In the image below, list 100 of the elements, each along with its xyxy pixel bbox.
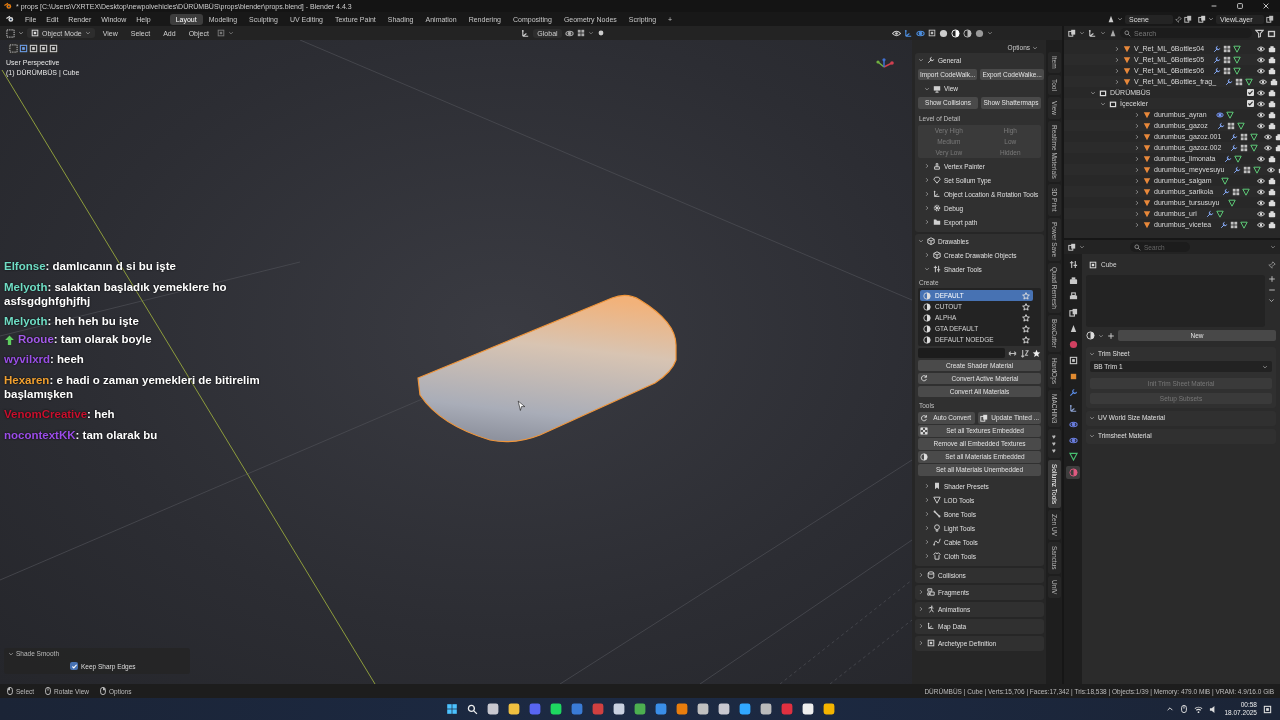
grid-icon[interactable] bbox=[1226, 121, 1235, 130]
eye-icon[interactable] bbox=[1257, 66, 1265, 75]
tools-icon[interactable] bbox=[1068, 260, 1078, 269]
triangle-icon[interactable] bbox=[1068, 452, 1078, 461]
funnel-icon[interactable] bbox=[1255, 28, 1264, 38]
camera-icon[interactable] bbox=[1268, 209, 1276, 218]
app-icon[interactable] bbox=[507, 703, 520, 715]
camera-icon[interactable] bbox=[1268, 66, 1276, 75]
camera-icon[interactable] bbox=[1268, 187, 1276, 196]
eye-icon[interactable] bbox=[1257, 154, 1265, 163]
axes-icon[interactable] bbox=[521, 28, 531, 38]
app-icon[interactable] bbox=[759, 703, 772, 715]
app-icon[interactable] bbox=[633, 703, 646, 715]
eye-icon[interactable] bbox=[1257, 187, 1265, 196]
eye-icon[interactable] bbox=[1264, 143, 1273, 152]
eye-icon[interactable] bbox=[1257, 176, 1265, 185]
camera-icon[interactable] bbox=[1268, 121, 1276, 130]
orbit-icon[interactable] bbox=[1068, 436, 1078, 445]
copy-icon[interactable] bbox=[1068, 29, 1076, 37]
copy-icon[interactable] bbox=[1266, 15, 1274, 23]
wrench-icon[interactable] bbox=[1225, 77, 1234, 86]
collection-icon[interactable] bbox=[1267, 28, 1276, 38]
copy-icon[interactable] bbox=[1184, 15, 1192, 23]
grid-icon[interactable] bbox=[1230, 220, 1239, 229]
square-icon[interactable] bbox=[1068, 372, 1078, 381]
triangle-icon[interactable] bbox=[1240, 220, 1249, 229]
wrench-icon[interactable] bbox=[1224, 154, 1233, 163]
star-icon[interactable] bbox=[1022, 313, 1030, 322]
grid-icon[interactable] bbox=[1240, 132, 1249, 141]
four-squares-icon[interactable] bbox=[445, 703, 458, 715]
eye-icon[interactable] bbox=[1257, 44, 1265, 53]
wrench-icon[interactable] bbox=[1205, 209, 1214, 218]
wrench-icon[interactable] bbox=[1233, 165, 1242, 174]
app-icon[interactable] bbox=[717, 703, 730, 715]
close-icon[interactable] bbox=[1262, 2, 1270, 10]
copy-icon[interactable] bbox=[1068, 243, 1076, 251]
camera-icon[interactable] bbox=[1268, 44, 1276, 53]
checkbox[interactable] bbox=[1247, 89, 1254, 96]
app-icon[interactable] bbox=[612, 703, 625, 715]
star-icon[interactable] bbox=[1022, 291, 1030, 300]
chevron-down-icon[interactable] bbox=[1100, 100, 1106, 107]
wrench-icon[interactable] bbox=[1213, 44, 1222, 53]
caret-icon[interactable] bbox=[1166, 705, 1175, 713]
wrench-icon[interactable] bbox=[1213, 55, 1222, 64]
minimize-icon[interactable] bbox=[1210, 2, 1218, 10]
wrench-icon[interactable] bbox=[1230, 143, 1239, 152]
star-icon[interactable] bbox=[1022, 335, 1030, 344]
camera-icon[interactable] bbox=[1275, 132, 1280, 141]
camera-icon[interactable] bbox=[1268, 88, 1276, 97]
axes-icon[interactable] bbox=[1088, 28, 1097, 38]
plus-icon[interactable] bbox=[1107, 331, 1115, 340]
camera-icon[interactable] bbox=[1268, 154, 1276, 163]
pin-icon[interactable] bbox=[1268, 260, 1276, 269]
circle-icon[interactable] bbox=[939, 28, 948, 38]
app-icon[interactable] bbox=[549, 703, 562, 715]
dot-icon[interactable] bbox=[596, 29, 605, 37]
camera-icon[interactable] bbox=[1268, 220, 1276, 229]
square-icon[interactable] bbox=[49, 44, 58, 53]
chevron-down-icon[interactable] bbox=[1268, 297, 1275, 304]
circle-icon[interactable] bbox=[975, 28, 984, 38]
minus-icon[interactable] bbox=[1268, 286, 1276, 294]
chevron-down-icon[interactable] bbox=[1270, 244, 1276, 250]
eye-icon[interactable] bbox=[1257, 88, 1265, 97]
grid-icon[interactable] bbox=[1223, 66, 1232, 75]
grid-icon[interactable] bbox=[1243, 165, 1252, 174]
star-icon[interactable] bbox=[1032, 348, 1041, 358]
copy-icon[interactable] bbox=[1068, 308, 1078, 317]
app-icon[interactable] bbox=[696, 703, 709, 715]
triangle-icon[interactable] bbox=[1253, 165, 1262, 174]
star-icon[interactable] bbox=[1022, 302, 1030, 311]
camera-icon[interactable] bbox=[1268, 176, 1276, 185]
eye-icon[interactable] bbox=[1257, 55, 1265, 64]
copy-icon[interactable] bbox=[1198, 15, 1206, 23]
square-icon[interactable] bbox=[19, 44, 28, 53]
app-icon[interactable] bbox=[822, 703, 835, 715]
eye-icon[interactable] bbox=[1257, 110, 1265, 119]
orbit-icon[interactable] bbox=[916, 28, 925, 38]
grid-icon[interactable] bbox=[1235, 77, 1244, 86]
camera-icon[interactable] bbox=[1068, 276, 1078, 285]
wrench-icon[interactable] bbox=[1068, 388, 1078, 397]
pin-icon[interactable] bbox=[1175, 15, 1182, 23]
eye-icon[interactable] bbox=[1259, 77, 1268, 86]
camera-icon[interactable] bbox=[1268, 198, 1276, 207]
camera-icon[interactable] bbox=[1268, 55, 1276, 64]
app-icon[interactable] bbox=[738, 703, 751, 715]
camera-icon[interactable] bbox=[1268, 99, 1276, 108]
grid-icon[interactable] bbox=[1223, 44, 1232, 53]
grid-icon[interactable] bbox=[1240, 143, 1249, 152]
app-icon[interactable] bbox=[486, 703, 499, 715]
square-icon[interactable] bbox=[928, 29, 936, 37]
cone-icon[interactable] bbox=[1068, 324, 1078, 333]
orbit-icon[interactable] bbox=[564, 28, 574, 38]
camera-icon[interactable] bbox=[1270, 77, 1279, 86]
wrench-icon[interactable] bbox=[1220, 220, 1229, 229]
grid-icon[interactable] bbox=[1232, 187, 1241, 196]
wrench-icon[interactable] bbox=[1222, 187, 1231, 196]
sort-icon[interactable] bbox=[1020, 348, 1029, 358]
eye-icon[interactable] bbox=[1267, 165, 1276, 174]
mouse-icon[interactable] bbox=[1180, 705, 1189, 713]
axes-icon[interactable] bbox=[1068, 404, 1078, 413]
